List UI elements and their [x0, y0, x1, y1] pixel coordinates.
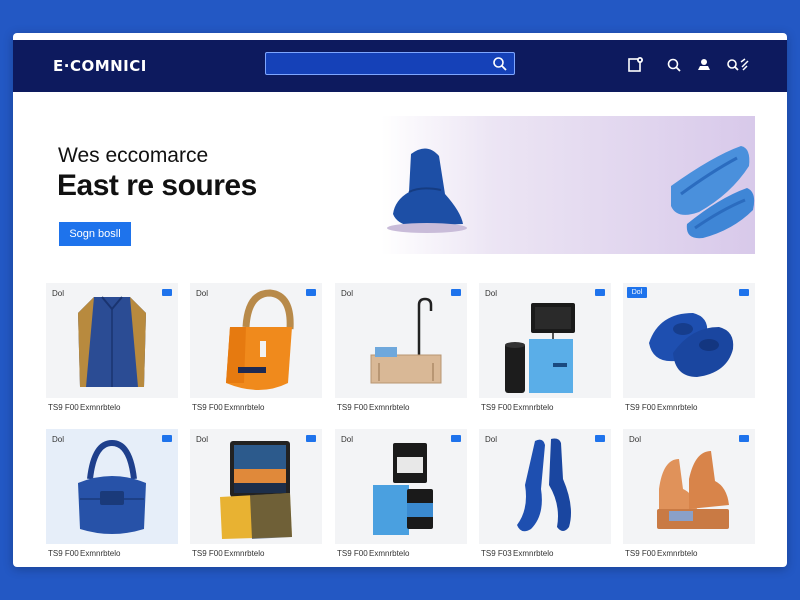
product-price: TS9 F00	[192, 403, 223, 412]
product-image[interactable]	[479, 429, 611, 544]
hero-title: East re soures	[57, 169, 257, 202]
hero-subtitle: Wes eccomarce	[58, 144, 209, 167]
product-card[interactable]: Dol TS9 F00 Exmnrbtelo	[190, 429, 322, 561]
box-image	[370, 297, 442, 384]
product-badge	[162, 435, 172, 442]
search-icon[interactable]	[492, 56, 508, 72]
product-name[interactable]: Exmnrbtelo	[513, 403, 553, 412]
cart-icon[interactable]	[625, 54, 647, 76]
product-tag: Dol	[341, 435, 354, 444]
blue-bag-image	[78, 439, 146, 534]
product-price: TS9 F00	[625, 403, 656, 412]
brand-logo[interactable]: E·COMNICI	[53, 57, 147, 75]
tablet-image	[220, 441, 292, 539]
hero-cta-button[interactable]: Sogn bosll	[59, 222, 131, 246]
orange-bag-image	[226, 289, 294, 390]
top-navigation-bar: E·COMNICI	[13, 40, 787, 92]
jacket-image	[78, 296, 146, 387]
product-name[interactable]: Exmnrbtelo	[657, 549, 697, 558]
search-input[interactable]	[265, 52, 515, 75]
product-badge	[739, 289, 749, 296]
product-price: TS9 F00	[481, 403, 512, 412]
product-image[interactable]	[46, 429, 178, 544]
product-badge: Dol	[627, 287, 647, 298]
product-image[interactable]	[479, 283, 611, 398]
product-price: TS9 F00	[337, 549, 368, 558]
product-name[interactable]: Exmnrbtelo	[513, 549, 553, 558]
product-price: TS9 F00	[48, 403, 79, 412]
product-badge	[306, 289, 316, 296]
product-image[interactable]	[190, 283, 322, 398]
hero-product-image	[387, 146, 755, 239]
search-icon[interactable]	[663, 54, 685, 76]
product-tag: Dol	[485, 289, 498, 298]
jars-image	[373, 443, 433, 535]
product-card[interactable]: Dol TS9 F00 Exmnrbtelo	[479, 283, 611, 415]
sandals-image	[657, 451, 729, 529]
product-image[interactable]	[623, 429, 755, 544]
product-tag: Dol	[629, 435, 642, 444]
user-icon[interactable]	[693, 54, 715, 76]
product-card[interactable]: Dol TS9 F00 Exmnrbtelo	[46, 283, 178, 415]
socks-image	[517, 438, 571, 532]
product-name[interactable]: Exmnrbtelo	[657, 403, 697, 412]
product-tag: Dol	[485, 435, 498, 444]
product-image[interactable]	[623, 283, 755, 398]
product-image[interactable]	[46, 283, 178, 398]
product-price: TS9 F03	[481, 549, 512, 558]
product-tag: Dol	[52, 435, 65, 444]
product-name[interactable]: Exmnrbtelo	[80, 549, 120, 558]
hero-image-panel	[381, 116, 755, 254]
product-badge	[595, 289, 605, 296]
product-badge	[306, 435, 316, 442]
product-card[interactable]: Dol TS9 F03 Exmnrbtelo	[479, 429, 611, 561]
product-name[interactable]: Exmnrbtelo	[369, 549, 409, 558]
product-name[interactable]: Exmnrbtelo	[224, 549, 264, 558]
product-price: TS9 F00	[337, 403, 368, 412]
product-card[interactable]: Dol TS9 F00 Exmnrbtelo	[190, 283, 322, 415]
product-tag: Dol	[196, 289, 209, 298]
product-price: TS9 F00	[192, 549, 223, 558]
product-price: TS9 F00	[48, 549, 79, 558]
product-card[interactable]: Dol TS9 F00 Exmnrbtelo	[46, 429, 178, 561]
search-menu-icon[interactable]	[723, 54, 753, 76]
product-image[interactable]	[190, 429, 322, 544]
product-card[interactable]: Dol TS9 F00 Exmnrbtelo	[623, 283, 755, 415]
product-name[interactable]: Exmnrbtelo	[224, 403, 264, 412]
product-tag: Dol	[52, 289, 65, 298]
product-card[interactable]: Dol TS9 F00 Exmnrbtelo	[623, 429, 755, 561]
product-badge	[451, 289, 461, 296]
product-tag: Dol	[196, 435, 209, 444]
hero-banner: Wes eccomarce East re soures Sogn bosll	[13, 92, 787, 262]
product-tag: Dol	[341, 289, 354, 298]
product-card[interactable]: Dol TS9 F00 Exmnrbtelo	[335, 283, 467, 415]
shoes-image	[649, 313, 734, 377]
product-name[interactable]: Exmnrbtelo	[80, 403, 120, 412]
product-badge	[595, 435, 605, 442]
product-image[interactable]	[335, 429, 467, 544]
product-image[interactable]	[335, 283, 467, 398]
speaker-image	[505, 303, 575, 393]
product-badge	[739, 435, 749, 442]
product-card[interactable]: Dol TS9 F00 Exmnrbtelo	[335, 429, 467, 561]
product-badge	[451, 435, 461, 442]
browser-window: E·COMNICI Wes eccomarce East re soures S…	[13, 33, 787, 567]
product-name[interactable]: Exmnrbtelo	[369, 403, 409, 412]
product-price: TS9 F00	[625, 549, 656, 558]
product-badge	[162, 289, 172, 296]
